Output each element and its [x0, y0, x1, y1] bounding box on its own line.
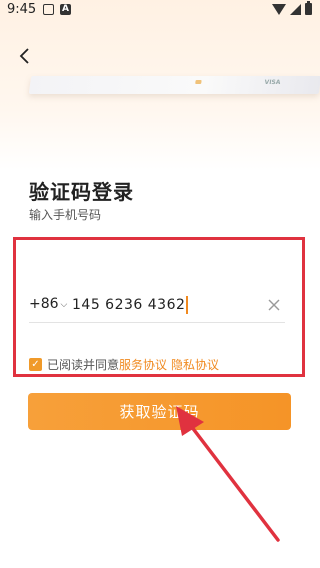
- box-icon: [43, 4, 54, 15]
- signal-icon: [290, 3, 301, 15]
- card-logo: VISA: [264, 79, 281, 86]
- a-icon: A: [60, 4, 71, 15]
- back-button[interactable]: [16, 46, 36, 66]
- country-code-selector[interactable]: +86 ⌵: [29, 296, 67, 312]
- clear-button[interactable]: [267, 297, 281, 311]
- agreement-row: ✓ 已阅读并同意 服务协议 隐私协议: [29, 356, 219, 373]
- phone-value: 145 6236 4362: [72, 297, 186, 313]
- login-screen: 9:45 A VISA 验证码登录 输入手机号码 +86 ⌵ 145 6236 …: [0, 0, 320, 568]
- status-right-icons: [272, 1, 312, 15]
- chevron-down-icon: ⌵: [60, 300, 68, 310]
- agree-checkbox[interactable]: ✓: [29, 358, 42, 371]
- country-code: +86: [29, 296, 59, 312]
- close-icon: [268, 299, 280, 311]
- chevron-left-icon: [19, 48, 29, 64]
- status-bar: 9:45 A: [0, 0, 320, 22]
- card-chip: [195, 80, 202, 84]
- privacy-policy-link[interactable]: 隐私协议: [171, 356, 219, 373]
- battery-icon: [305, 1, 312, 15]
- text-caret: [186, 296, 188, 314]
- status-time: 9:45: [7, 2, 37, 17]
- page-subtitle: 输入手机号码: [29, 208, 102, 222]
- agree-text: 已阅读并同意: [47, 358, 120, 372]
- get-code-button[interactable]: 获取验证码: [28, 393, 291, 430]
- page-title: 验证码登录: [29, 180, 134, 204]
- wifi-icon: [272, 3, 286, 15]
- check-icon: ✓: [31, 359, 40, 370]
- phone-input[interactable]: 145 6236 4362: [72, 294, 252, 316]
- card-illustration: VISA: [28, 76, 320, 94]
- input-divider: [29, 322, 285, 323]
- service-agreement-link[interactable]: 服务协议: [119, 356, 167, 373]
